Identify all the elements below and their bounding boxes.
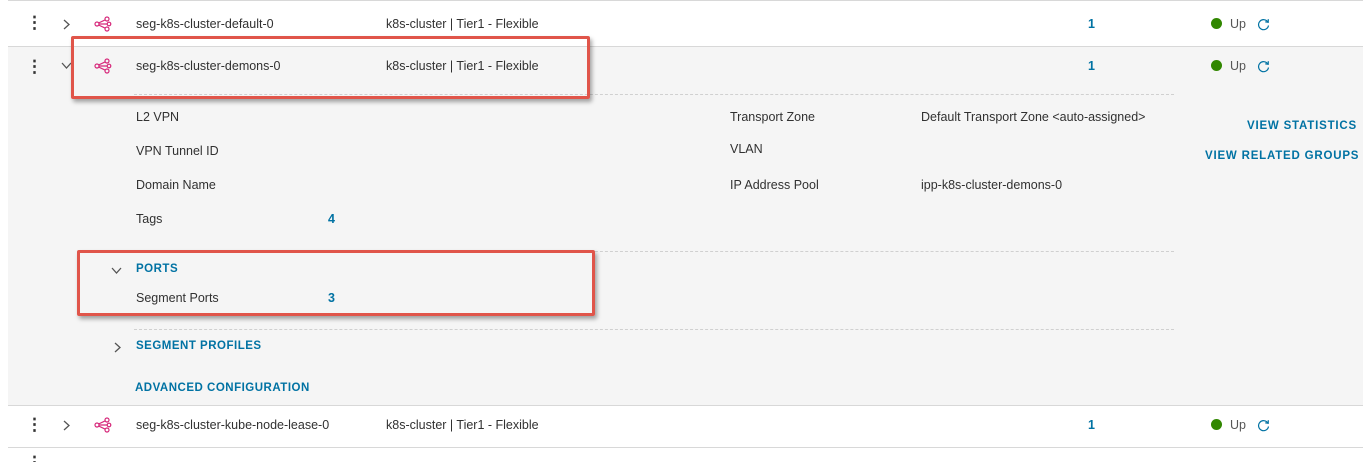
segment-profiles-chevron-right-icon[interactable]	[113, 342, 122, 353]
segment-count[interactable]: 1	[1088, 59, 1095, 73]
row-actions-menu[interactable]: ⋮	[26, 416, 43, 433]
segment-row-partial[interactable]: ⋮	[8, 448, 1363, 462]
transport-zone-value: Default Transport Zone <auto-assigned>	[921, 110, 1146, 124]
advanced-configuration-link[interactable]: ADVANCED CONFIGURATION	[135, 382, 310, 394]
vlan-label: VLAN	[730, 142, 763, 156]
expand-chevron-right-icon[interactable]	[62, 19, 71, 30]
segment-name[interactable]: seg-k8s-cluster-kube-node-lease-0	[136, 418, 329, 432]
divider	[134, 329, 1174, 330]
segment-connectivity: k8s-cluster | Tier1 - Flexible	[386, 17, 539, 31]
row-actions-menu[interactable]: ⋮	[26, 58, 43, 75]
l2vpn-label: L2 VPN	[136, 110, 180, 124]
ip-address-pool-label: IP Address Pool	[730, 178, 819, 192]
view-related-groups-link[interactable]: VIEW RELATED GROUPS	[1205, 150, 1359, 162]
segment-profiles-section-header[interactable]: SEGMENT PROFILES	[136, 340, 262, 352]
expand-chevron-right-icon[interactable]	[62, 420, 71, 431]
highlight-box-segment-name	[71, 36, 590, 99]
domain-name-label: Domain Name	[136, 178, 216, 192]
segment-count[interactable]: 1	[1088, 17, 1095, 31]
vpn-tunnel-id-label: VPN Tunnel ID	[136, 144, 219, 158]
status-up-icon	[1211, 60, 1222, 71]
row-actions-menu[interactable]: ⋮	[26, 454, 43, 462]
segment-icon	[94, 417, 112, 433]
refresh-icon[interactable]	[1257, 419, 1270, 432]
segment-name[interactable]: seg-k8s-cluster-default-0	[136, 17, 274, 31]
status-text: Up	[1230, 17, 1246, 31]
refresh-icon[interactable]	[1257, 18, 1270, 31]
segment-row[interactable]: ⋮ seg-k8s-cluster-kube-node-lease-0 k8s-…	[8, 406, 1363, 448]
tags-label: Tags	[136, 212, 163, 226]
status-text: Up	[1230, 418, 1246, 432]
ip-address-pool-value: ipp-k8s-cluster-demons-0	[921, 178, 1063, 192]
transport-zone-label: Transport Zone	[730, 110, 815, 124]
status-up-icon	[1211, 419, 1222, 430]
status-text: Up	[1230, 59, 1246, 73]
tags-count-link[interactable]: 4	[328, 212, 335, 226]
highlight-box-ports	[77, 250, 595, 316]
view-statistics-link[interactable]: VIEW STATISTICS	[1247, 120, 1357, 132]
segment-row-expanded[interactable]: ⋮ seg-k8s-cluster-demons-0 k8s-cluster |…	[8, 47, 1363, 406]
segment-icon	[94, 16, 112, 32]
segment-connectivity: k8s-cluster | Tier1 - Flexible	[386, 418, 539, 432]
row-actions-menu[interactable]: ⋮	[26, 14, 43, 31]
status-up-icon	[1211, 18, 1222, 29]
refresh-icon[interactable]	[1257, 60, 1270, 73]
segment-count[interactable]: 1	[1088, 418, 1095, 432]
